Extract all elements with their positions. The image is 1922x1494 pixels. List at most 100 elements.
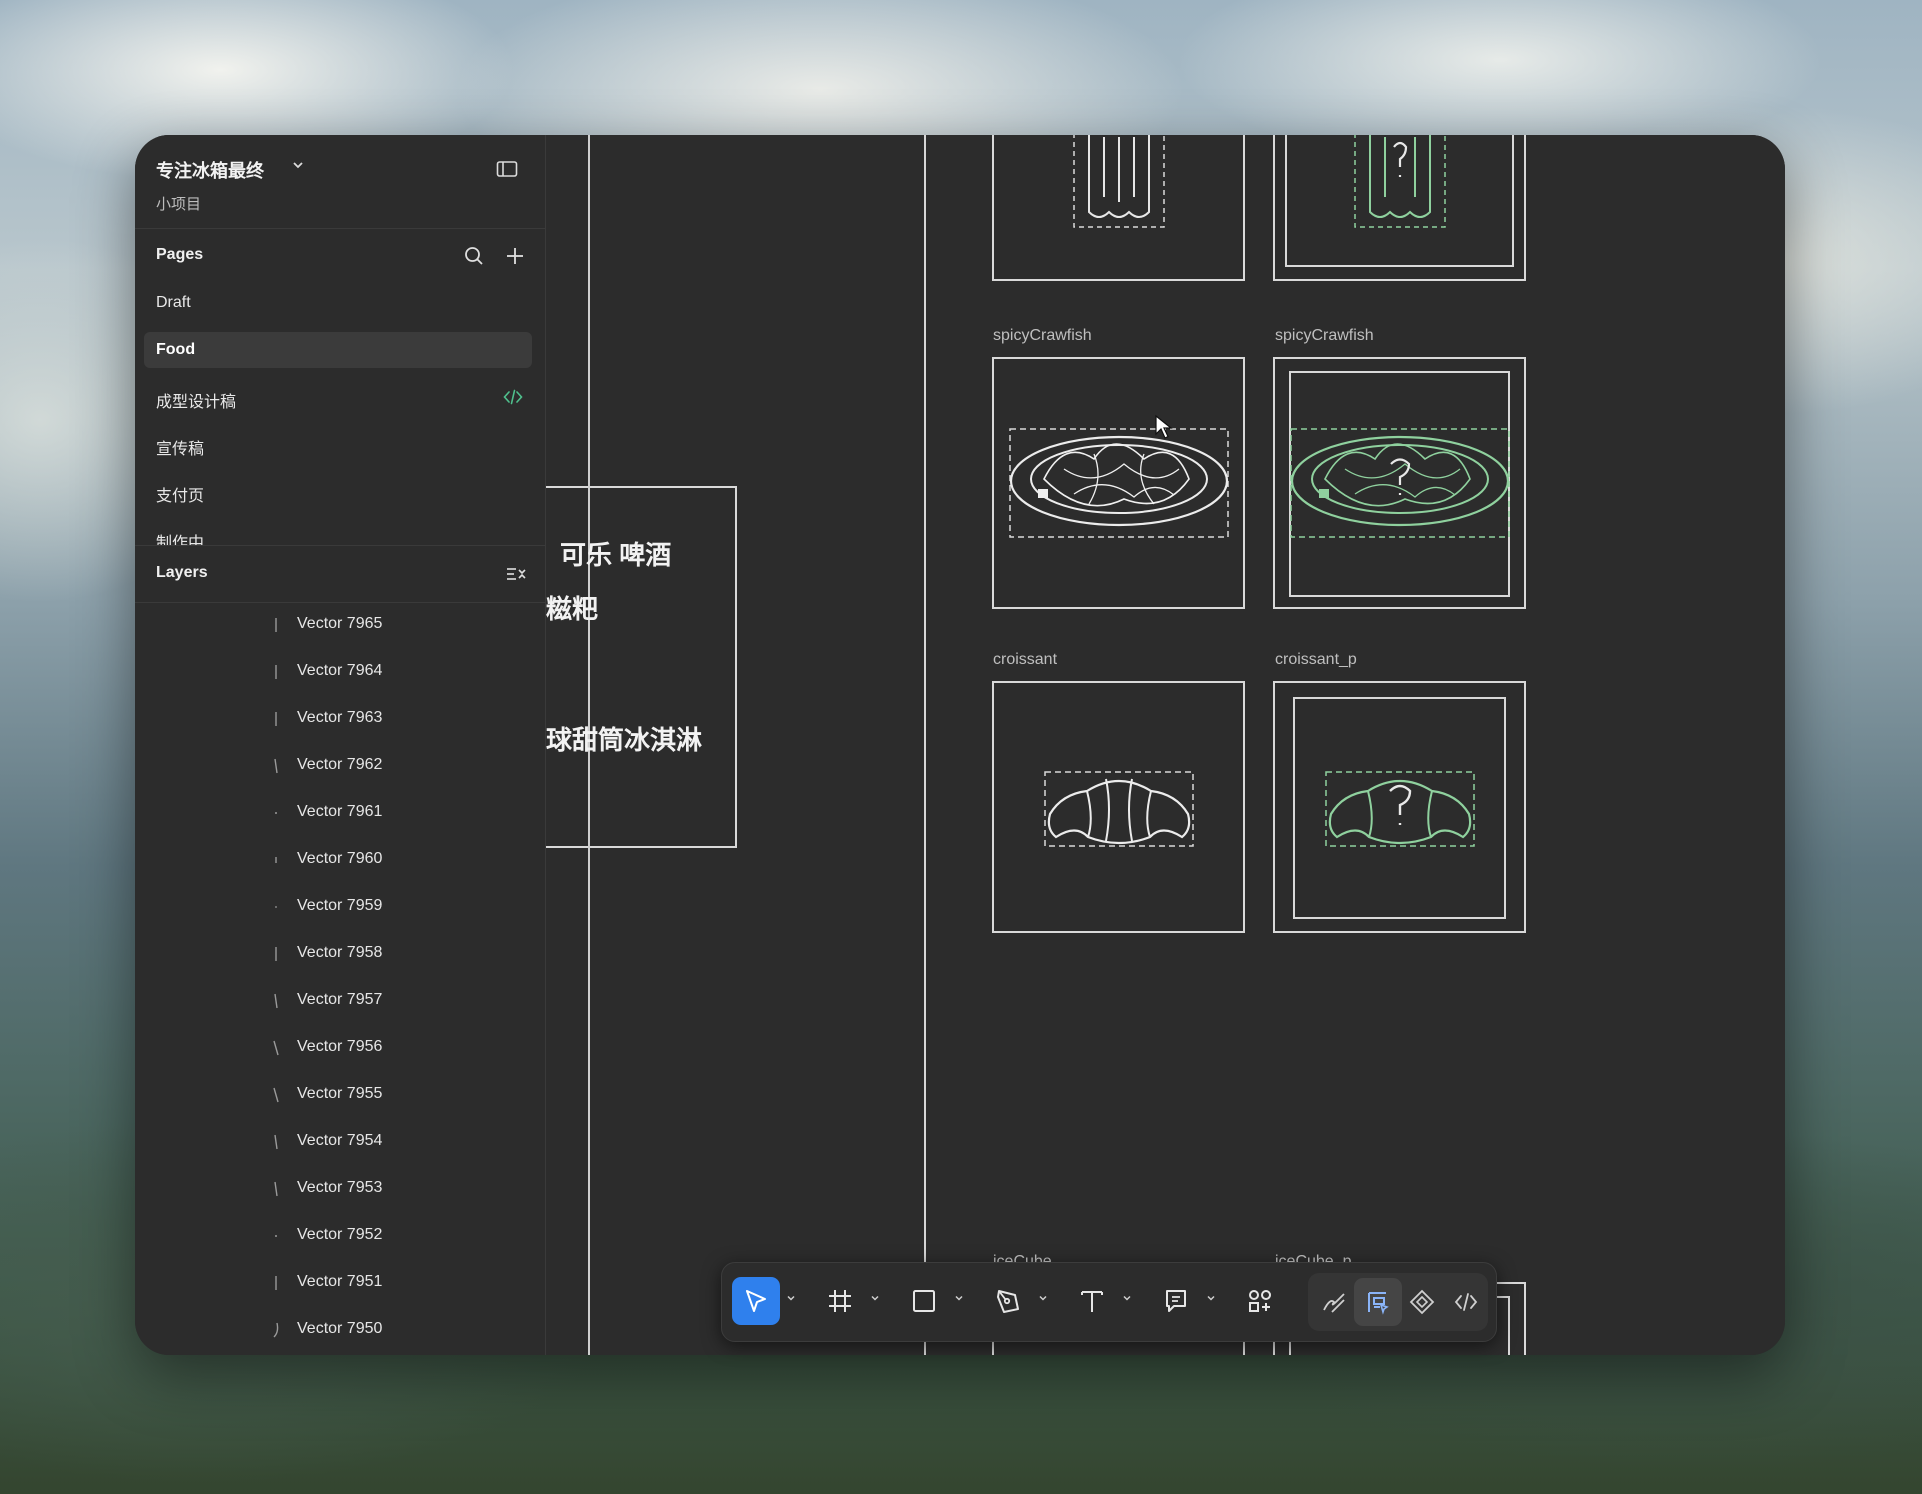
frame-label[interactable]: croissant (993, 651, 1057, 669)
move-tool-button[interactable] (732, 1277, 780, 1325)
layer-name: Vector 7957 (297, 991, 383, 1008)
collapse-layers-icon[interactable] (503, 562, 527, 586)
layers-list: Vector 7965 Vector 7964 Vector 7963 Vect… (135, 602, 545, 1355)
page-item-final-design[interactable]: 成型设计稿 (144, 379, 532, 415)
chevron-down-icon[interactable] (786, 1293, 796, 1303)
vector-icon (274, 1134, 278, 1150)
menu-text-drinks: 可乐 啤酒 (560, 540, 672, 570)
pages-header: Pages (135, 228, 545, 284)
cursor-arrow-icon (746, 1290, 766, 1312)
frame-hash-icon (829, 1290, 851, 1312)
vector-icon (273, 1040, 279, 1056)
file-header: 专注冰箱最终 小项目 (135, 135, 545, 229)
add-page-icon[interactable] (503, 244, 527, 268)
croissant-placeholder-illustration (1325, 771, 1475, 847)
vector-icon (275, 618, 277, 632)
file-title[interactable]: 专注冰箱最终 (156, 157, 264, 183)
frame-spicy-crawfish[interactable] (992, 357, 1245, 609)
design-canvas[interactable]: 可乐 啤酒 糍粑 球甜筒冰淇淋 spicyCrawfish spicyCrawf… (546, 135, 1785, 1355)
chevron-down-icon[interactable] (1038, 1293, 1048, 1303)
chevron-down-icon[interactable] (1206, 1293, 1216, 1303)
design-mode-button[interactable] (1354, 1278, 1402, 1326)
page-item-in-progress[interactable]: 制作中 (144, 520, 532, 545)
sidebar-toggle-icon[interactable] (495, 157, 519, 181)
vector-icon (275, 1235, 277, 1237)
layer-name: Vector 7964 (297, 662, 383, 679)
components-icon (1249, 1290, 1271, 1312)
pen-tool-button[interactable] (984, 1277, 1032, 1325)
layer-row[interactable]: Vector 7965 (135, 602, 545, 649)
layer-name: Vector 7965 (297, 615, 383, 632)
vector-icon (274, 1181, 278, 1197)
project-name: 小项目 (156, 196, 202, 213)
layer-name: Vector 7950 (297, 1320, 383, 1337)
chevron-down-icon[interactable] (290, 157, 306, 173)
menu-text-icecream: 球甜筒冰淇淋 (546, 725, 703, 755)
ice-pop-illustration (1073, 135, 1165, 228)
vector-icon (273, 1322, 279, 1338)
chevron-down-icon[interactable] (870, 1293, 880, 1303)
shape-tool-button[interactable] (900, 1277, 948, 1325)
frame-spicy-crawfish-p[interactable] (1273, 357, 1526, 609)
frame-top-right[interactable] (1273, 135, 1526, 281)
component-mode-button[interactable] (1398, 1278, 1446, 1326)
layer-name: Vector 7955 (297, 1085, 383, 1102)
frame-label[interactable]: spicyCrawfish (993, 327, 1092, 345)
vector-icon (275, 906, 277, 908)
chevron-down-icon[interactable] (954, 1293, 964, 1303)
frame-top-left[interactable] (992, 135, 1245, 281)
search-icon[interactable] (462, 244, 486, 268)
frame-croissant-p[interactable] (1273, 681, 1526, 933)
layer-row[interactable]: Vector 7950 (135, 1307, 545, 1354)
dev-mode-button[interactable] (1442, 1278, 1490, 1326)
page-label: 制作中 (156, 535, 205, 545)
page-item-promo[interactable]: 宣传稿 (144, 426, 532, 462)
frame-tool-button[interactable] (816, 1277, 864, 1325)
page-item-draft[interactable]: Draft (144, 285, 532, 321)
frame-label[interactable]: croissant_p (1275, 651, 1357, 669)
layer-row[interactable]: Vector 7954 (135, 1119, 545, 1166)
page-item-food[interactable]: Food (144, 332, 532, 368)
page-label: Food (156, 341, 196, 358)
layers-header: Layers (135, 545, 545, 603)
frame-label[interactable]: spicyCrawfish (1275, 327, 1374, 345)
vector-icon (275, 1276, 277, 1290)
layer-row[interactable]: Vector 7961 (135, 790, 545, 837)
page-label: 支付页 (156, 488, 205, 505)
layer-row[interactable]: Vector 7951 (135, 1260, 545, 1307)
layer-name: Vector 7963 (297, 709, 383, 726)
layer-row[interactable]: Vector 7964 (135, 649, 545, 696)
pages-list: Draft Food 成型设计稿 宣传稿 支付页 制作中 (135, 285, 545, 545)
page-item-payment[interactable]: 支付页 (144, 473, 532, 509)
page-label: Draft (156, 294, 191, 311)
layer-row[interactable]: Vector 7952 (135, 1213, 545, 1260)
layer-row[interactable]: Vector 7953 (135, 1166, 545, 1213)
layer-row[interactable]: Vector 7962 (135, 743, 545, 790)
layer-row[interactable]: Vector 7957 (135, 978, 545, 1025)
vector-icon (274, 993, 278, 1009)
assets-tool-button[interactable] (1236, 1277, 1284, 1325)
dev-ready-code-icon (503, 389, 523, 405)
text-tool-button[interactable] (1068, 1277, 1116, 1325)
layer-name: Vector 7954 (297, 1132, 383, 1149)
chevron-down-icon[interactable] (1122, 1293, 1132, 1303)
layer-row[interactable]: Vector 7959 (135, 884, 545, 931)
vector-icon (275, 665, 277, 679)
frame-croissant[interactable] (992, 681, 1245, 933)
layer-name: Vector 7953 (297, 1179, 383, 1196)
text-icon (1081, 1291, 1103, 1312)
layer-row[interactable]: Vector 7963 (135, 696, 545, 743)
layer-row[interactable]: Vector 7955 (135, 1072, 545, 1119)
layer-row[interactable]: Vector 7960 (135, 837, 545, 884)
layers-heading: Layers (156, 564, 208, 581)
layer-name: Vector 7956 (297, 1038, 383, 1055)
figma-window: 专注冰箱最终 小项目 Pages Draft Food 成型设计稿 宣传稿 支付… (135, 135, 1785, 1355)
layer-row[interactable]: Vector 7956 (135, 1025, 545, 1072)
layer-name: Vector 7958 (297, 944, 383, 961)
page-label: 宣传稿 (156, 441, 205, 458)
layer-row[interactable]: Vector 7958 (135, 931, 545, 978)
comment-tool-button[interactable] (1152, 1277, 1200, 1325)
comment-icon (1166, 1290, 1186, 1312)
draw-mode-button[interactable] (1310, 1278, 1358, 1326)
crawfish-plate-placeholder-illustration (1290, 428, 1510, 538)
